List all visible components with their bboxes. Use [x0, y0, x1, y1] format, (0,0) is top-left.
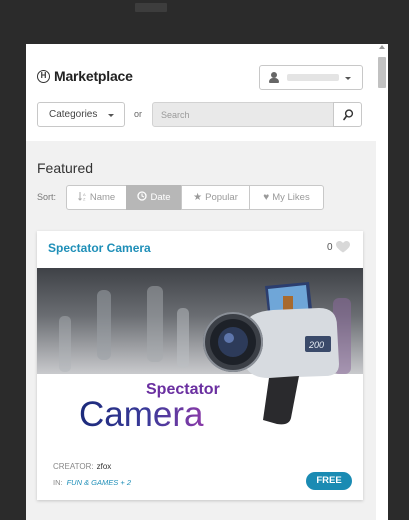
- user-icon: [269, 72, 279, 83]
- sort-my-likes-label: My Likes: [272, 192, 310, 203]
- or-label: or: [134, 109, 143, 119]
- sort-popular-label: Popular: [205, 192, 238, 203]
- svg-text:200: 200: [308, 340, 324, 350]
- chevron-down-icon: [108, 114, 114, 117]
- sort-my-likes-button[interactable]: ♥ My Likes: [249, 185, 324, 210]
- creator-name: zfox: [96, 462, 112, 471]
- marketplace-logo[interactable]: H Marketplace: [37, 68, 133, 84]
- marketplace-panel: H Marketplace Categories or Featured Sor…: [26, 44, 376, 520]
- categories-label: Categories: [49, 109, 98, 120]
- sort-name-label: Name: [89, 192, 116, 203]
- heart-icon: ♥: [263, 191, 270, 203]
- like-count: 0: [327, 241, 333, 253]
- scrollbar[interactable]: [376, 44, 388, 520]
- category-label: IN:: [53, 478, 63, 487]
- sort-alpha-icon: AZ: [77, 191, 87, 204]
- sort-options: AZ Name Date ★ Popular ♥ My Likes: [66, 185, 324, 210]
- clock-icon: [137, 191, 148, 204]
- sort-date-button[interactable]: Date: [126, 185, 182, 210]
- svg-text:Camera: Camera: [79, 395, 204, 434]
- chevron-down-icon: [345, 77, 351, 80]
- search-input[interactable]: [152, 102, 334, 127]
- item-card[interactable]: Spectator Camera 0 Spectator Camera 200 …: [37, 231, 363, 500]
- search-icon: [343, 109, 354, 121]
- svg-text:Z: Z: [83, 197, 86, 202]
- scroll-up-arrow-icon[interactable]: [379, 45, 385, 49]
- sort-name-button[interactable]: AZ Name: [66, 185, 127, 210]
- sort-label: Sort:: [37, 192, 57, 202]
- category-line: IN: FUN & GAMES + 2: [53, 478, 131, 487]
- username-redacted: [287, 74, 339, 81]
- sort-date-label: Date: [150, 192, 171, 203]
- item-title[interactable]: Spectator Camera: [48, 241, 151, 255]
- spectator-camera-image: Spectator Camera 200: [37, 268, 363, 439]
- like-control[interactable]: 0: [327, 241, 350, 253]
- hifi-logo-icon: H: [37, 69, 50, 83]
- category-link[interactable]: FUN & GAMES + 2: [67, 478, 131, 487]
- search-button[interactable]: [333, 102, 362, 127]
- page-title: Marketplace: [54, 68, 133, 84]
- get-free-button[interactable]: FREE: [306, 472, 352, 490]
- heart-icon[interactable]: [335, 241, 350, 253]
- scrollbar-thumb[interactable]: [378, 57, 386, 88]
- marketplace-header: H Marketplace Categories or: [26, 44, 376, 141]
- user-menu-button[interactable]: [259, 65, 363, 90]
- creator-line: CREATOR: zfox: [53, 462, 111, 471]
- item-thumbnail[interactable]: Spectator Camera 200: [37, 268, 363, 439]
- star-icon: ★: [193, 191, 203, 203]
- sort-popular-button[interactable]: ★ Popular: [181, 185, 250, 210]
- featured-heading: Featured: [37, 160, 94, 176]
- categories-dropdown[interactable]: Categories: [37, 102, 125, 127]
- window-top-tab: [135, 3, 167, 12]
- creator-label: CREATOR:: [53, 462, 94, 471]
